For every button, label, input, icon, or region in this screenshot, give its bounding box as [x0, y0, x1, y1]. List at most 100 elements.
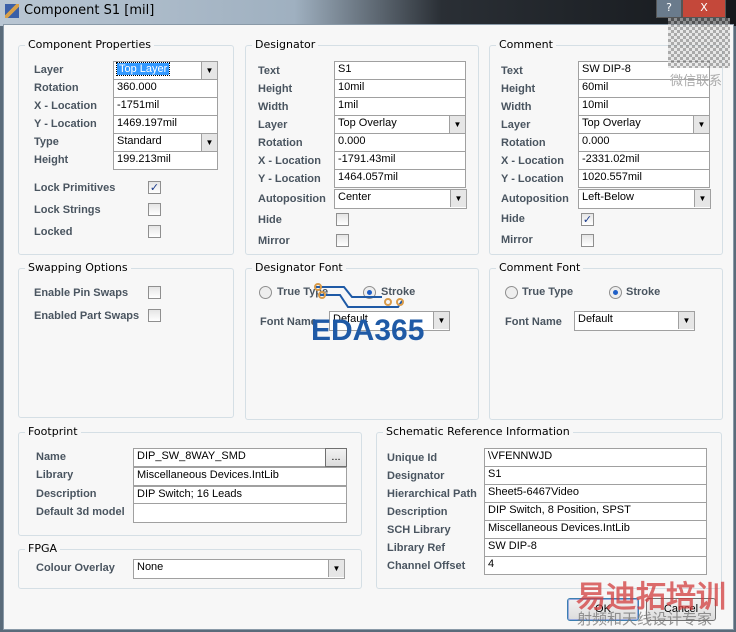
lock-strings-checkbox[interactable] — [148, 203, 161, 216]
chevron-down-icon: ▼ — [449, 116, 465, 133]
sch-description-value: DIP Switch, 8 Position, SPST — [484, 502, 707, 521]
rotation-label: Rotation — [34, 82, 79, 94]
close-button[interactable]: X — [682, 0, 726, 18]
designator-width-input[interactable]: 1mil — [334, 97, 466, 116]
comment-hide-label: Hide — [501, 213, 525, 225]
y-location-label: Y - Location — [34, 118, 97, 130]
comment-hide-checkbox[interactable]: ✓ — [581, 213, 594, 226]
designator-stroke-radio[interactable] — [363, 286, 376, 299]
footprint-description-label: Description — [36, 488, 97, 500]
comment-height-label: Height — [501, 83, 536, 95]
unique-id-value: \VFENNWJD — [484, 448, 707, 467]
comment-y-label: Y - Location — [501, 173, 564, 185]
comment-stroke-radio[interactable] — [609, 286, 622, 299]
ok-button[interactable]: OK — [567, 598, 639, 621]
sch-library-value: Miscellaneous Devices.IntLib — [484, 520, 707, 539]
chevron-down-icon: ▼ — [201, 134, 217, 151]
designator-layer-value: Top Overlay — [338, 117, 397, 129]
sch-designator-value: S1 — [484, 466, 707, 485]
chevron-down-icon: ▼ — [693, 116, 709, 133]
group-title: Designator — [252, 38, 319, 51]
footprint-name-input[interactable]: DIP_SW_8WAY_SMD — [133, 448, 347, 467]
layer-select[interactable]: Top Layer ▼ — [113, 61, 218, 80]
cancel-button[interactable]: Cancel — [646, 598, 716, 621]
layer-value: Top Layer — [115, 62, 171, 76]
comment-mirror-checkbox[interactable] — [581, 234, 594, 247]
help-button[interactable]: ? — [656, 0, 682, 18]
comment-height-input[interactable]: 60mil — [578, 79, 710, 98]
designator-hide-checkbox[interactable] — [336, 213, 349, 226]
comment-truetype-radio[interactable] — [505, 286, 518, 299]
browse-footprint-button[interactable]: ... — [325, 448, 347, 467]
comment-font-name-label: Font Name — [505, 316, 562, 328]
designator-autoposition-value: Center — [338, 191, 372, 203]
lock-primitives-checkbox[interactable]: ✓ — [148, 181, 161, 194]
designator-font-name-select[interactable]: Default ▼ — [329, 311, 450, 331]
colour-overlay-select[interactable]: None ▼ — [133, 559, 345, 579]
designator-layer-label: Layer — [258, 119, 288, 131]
hierarchical-path-value: Sheet5-6467Video — [484, 484, 707, 503]
comment-y-input[interactable]: 1020.557mil — [578, 169, 710, 188]
chevron-down-icon: ▼ — [450, 190, 466, 207]
comment-font-name-select[interactable]: Default ▼ — [574, 311, 695, 331]
designator-x-label: X - Location — [258, 155, 321, 167]
comment-text-label: Text — [501, 65, 523, 77]
comment-layer-value: Top Overlay — [582, 117, 641, 129]
library-ref-value: SW DIP-8 — [484, 538, 707, 557]
sch-library-label: SCH Library — [387, 524, 451, 536]
comment-autoposition-value: Left-Below — [582, 191, 634, 203]
rotation-input[interactable]: 360.000 — [113, 79, 218, 98]
designator-stroke-label: Stroke — [381, 286, 416, 298]
footprint-3d-model-input[interactable] — [133, 503, 347, 523]
comment-layer-label: Layer — [501, 119, 531, 131]
comment-x-label: X - Location — [501, 155, 564, 167]
y-location-input[interactable]: 1469.197mil — [113, 115, 218, 134]
comment-mirror-label: Mirror — [501, 234, 533, 246]
app-icon — [5, 4, 19, 18]
designator-truetype-label: True Type — [277, 286, 329, 298]
channel-offset-label: Channel Offset — [387, 560, 466, 572]
designator-autoposition-select[interactable]: Center ▼ — [334, 189, 467, 209]
locked-checkbox[interactable] — [148, 225, 161, 238]
hierarchical-path-label: Hierarchical Path — [387, 488, 477, 500]
designator-text-input[interactable]: S1 — [334, 61, 466, 80]
designator-truetype-radio[interactable] — [259, 286, 272, 299]
designator-rotation-label: Rotation — [258, 137, 303, 149]
lock-primitives-label: Lock Primitives — [34, 182, 116, 194]
chevron-down-icon: ▼ — [694, 190, 710, 207]
designator-height-label: Height — [258, 83, 293, 95]
channel-offset-value: 4 — [484, 556, 707, 575]
designator-layer-select[interactable]: Top Overlay ▼ — [334, 115, 466, 134]
lock-strings-label: Lock Strings — [34, 204, 101, 216]
comment-x-input[interactable]: -2331.02mil — [578, 151, 710, 170]
comment-autoposition-select[interactable]: Left-Below ▼ — [578, 189, 711, 209]
group-title: Designator Font — [252, 261, 346, 274]
comment-width-label: Width — [501, 101, 532, 113]
comment-layer-select[interactable]: Top Overlay ▼ — [578, 115, 710, 134]
enable-pin-swaps-checkbox[interactable] — [148, 286, 161, 299]
enable-part-swaps-checkbox[interactable] — [148, 309, 161, 322]
footprint-library-input[interactable]: Miscellaneous Devices.IntLib — [133, 467, 347, 486]
window-title: Component S1 [mil] — [24, 3, 155, 18]
comment-rotation-input[interactable]: 0.000 — [578, 133, 710, 152]
group-title: Footprint — [25, 425, 81, 438]
height-input[interactable]: 199.213mil — [113, 151, 218, 170]
designator-y-label: Y - Location — [258, 173, 321, 185]
designator-y-input[interactable]: 1464.057mil — [334, 169, 466, 188]
comment-width-input[interactable]: 10mil — [578, 97, 710, 116]
designator-x-input[interactable]: -1791.43mil — [334, 151, 466, 170]
sch-description-label: Description — [387, 506, 448, 518]
designator-mirror-checkbox[interactable] — [336, 234, 349, 247]
comment-text-input[interactable]: SW DIP-8 — [578, 61, 710, 80]
designator-rotation-input[interactable]: 0.000 — [334, 133, 466, 152]
x-location-label: X - Location — [34, 100, 97, 112]
x-location-input[interactable]: -1751mil — [113, 97, 218, 116]
designator-width-label: Width — [258, 101, 289, 113]
group-title: FPGA — [25, 542, 61, 555]
sch-designator-label: Designator — [387, 470, 445, 482]
type-select[interactable]: Standard ▼ — [113, 133, 218, 152]
comment-truetype-label: True Type — [522, 286, 574, 298]
designator-height-input[interactable]: 10mil — [334, 79, 466, 98]
group-title: Comment — [496, 38, 556, 51]
chevron-down-icon: ▼ — [201, 62, 217, 79]
